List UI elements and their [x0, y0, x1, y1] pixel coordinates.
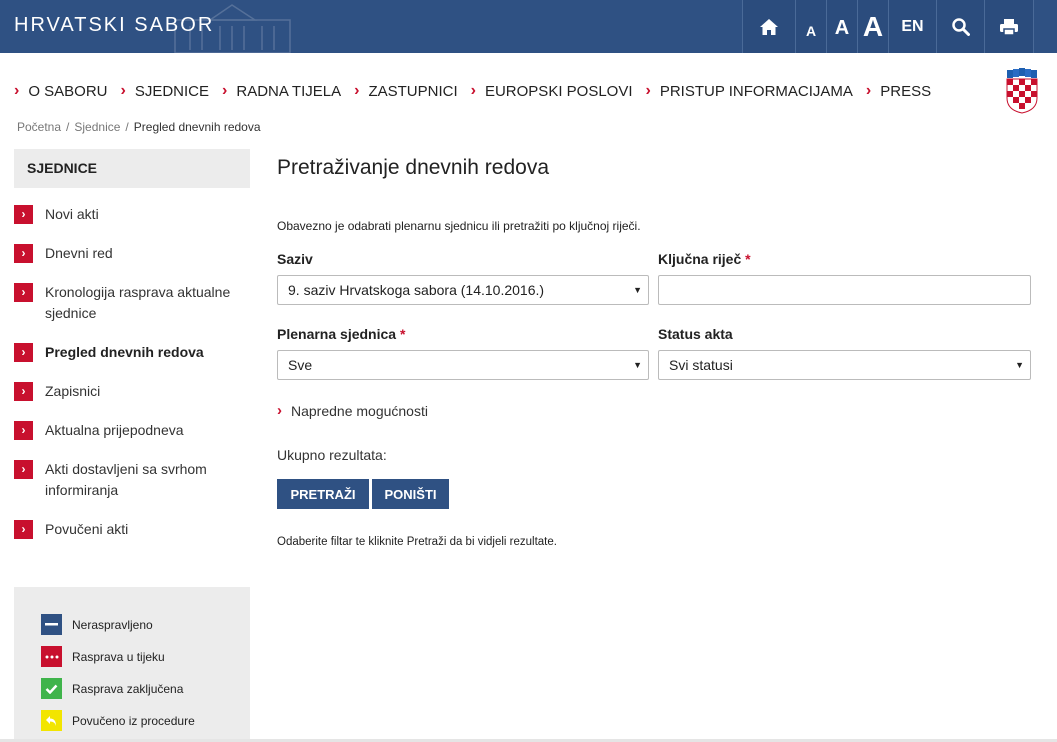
- legend-item: Povučeno iz procedure: [41, 710, 250, 731]
- sidebar-item-zapisnici[interactable]: › Zapisnici: [14, 381, 250, 402]
- search-button[interactable]: [936, 0, 984, 53]
- home-icon: [760, 18, 778, 35]
- keyword-label: Ključna riječ *: [658, 251, 751, 267]
- nav-item-sjednice[interactable]: › SJEDNICE: [121, 82, 210, 100]
- chevron-right-icon: ›: [14, 343, 33, 362]
- advanced-options-toggle[interactable]: › Napredne mogućnosti: [277, 402, 428, 419]
- breadcrumb-separator: /: [125, 120, 129, 134]
- sidebar-item-pregled-dnevnih-redova[interactable]: › Pregled dnevnih redova: [14, 342, 250, 363]
- search-submit-button[interactable]: PRETRAŽI: [277, 479, 369, 509]
- keyword-input[interactable]: [658, 275, 1031, 305]
- print-icon: [1000, 18, 1018, 36]
- sidebar-item-akti-dostavljeni[interactable]: › Akti dostavljeni sa svrhom informiranja: [14, 459, 250, 501]
- breadcrumb-current: Pregled dnevnih redova: [133, 120, 261, 134]
- nav-item-pristup-informacijama[interactable]: › PRISTUP INFORMACIJAMA: [646, 82, 853, 100]
- breadcrumb-separator: /: [66, 120, 70, 134]
- chevron-right-icon: ›: [120, 82, 126, 99]
- sidebar-item-dnevni-red[interactable]: › Dnevni red: [14, 243, 250, 264]
- nav-item-zastupnici[interactable]: › ZASTUPNICI: [354, 82, 458, 100]
- legend-item: Neraspravljeno: [41, 614, 250, 635]
- page-title: Pretraživanje dnevnih redova: [277, 156, 549, 179]
- chevron-right-icon: ›: [277, 402, 282, 419]
- dropdown-caret-icon: ▼: [1015, 360, 1024, 370]
- font-size-small-button[interactable]: A: [795, 0, 826, 53]
- dots-icon: [41, 646, 62, 667]
- chevron-right-icon: ›: [14, 205, 33, 224]
- chevron-right-icon: ›: [470, 82, 476, 99]
- required-asterisk: *: [399, 326, 406, 342]
- plenarna-label: Plenarna sjednica *: [277, 326, 406, 342]
- saziv-label: Saziv: [277, 251, 313, 267]
- nav-item-press[interactable]: › PRESS: [866, 82, 931, 100]
- home-button[interactable]: [742, 0, 795, 53]
- minus-icon: [41, 614, 62, 635]
- search-icon: [951, 17, 970, 36]
- status-select[interactable]: Svi statusi ▼: [658, 350, 1031, 380]
- sidebar-title: SJEDNICE: [14, 149, 250, 188]
- legend-item: Rasprava zaključena: [41, 678, 250, 699]
- nav-item-europski-poslovi[interactable]: › EUROPSKI POSLOVI: [471, 82, 633, 100]
- chevron-right-icon: ›: [14, 520, 33, 539]
- dropdown-caret-icon: ▼: [633, 360, 642, 370]
- chevron-right-icon: ›: [14, 283, 33, 302]
- croatian-coat-of-arms-icon[interactable]: [1005, 68, 1039, 114]
- breadcrumb: Početna / Sjednice / Pregled dnevnih red…: [17, 120, 261, 134]
- chevron-right-icon: ›: [645, 82, 651, 99]
- plenarna-select[interactable]: Sve ▼: [277, 350, 649, 380]
- chevron-right-icon: ›: [14, 244, 33, 263]
- chevron-right-icon: ›: [14, 382, 33, 401]
- breadcrumb-home-link[interactable]: Početna: [17, 120, 61, 134]
- total-results: Ukupno rezultata:: [277, 447, 387, 463]
- font-size-large-button[interactable]: A: [857, 0, 888, 53]
- legend-item: Rasprava u tijeku: [41, 646, 250, 667]
- chevron-right-icon: ›: [14, 421, 33, 440]
- breadcrumb-section-link[interactable]: Sjednice: [74, 120, 120, 134]
- nav-item-radna-tijela[interactable]: › RADNA TIJELA: [222, 82, 341, 100]
- check-icon: [41, 678, 62, 699]
- language-en-button[interactable]: EN: [888, 0, 936, 53]
- undo-arrow-icon: [41, 710, 62, 731]
- nav-item-o-saboru[interactable]: › O SABORU: [14, 82, 108, 100]
- reset-button[interactable]: PONIŠTI: [372, 479, 449, 509]
- required-asterisk: *: [745, 251, 751, 267]
- dropdown-caret-icon: ▼: [633, 285, 642, 295]
- chevron-right-icon: ›: [14, 82, 20, 99]
- sidebar-item-povuceni-akti[interactable]: › Povučeni akti: [14, 519, 250, 540]
- status-label: Status akta: [658, 326, 733, 342]
- chevron-right-icon: ›: [222, 82, 228, 99]
- header-tools: A A A EN: [742, 0, 1034, 53]
- site-header: HRVATSKI SABOR A A A EN: [0, 0, 1057, 53]
- sidebar-menu: › Novi akti › Dnevni red › Kronologija rasp…: [14, 204, 250, 558]
- status-legend: Neraspravljeno Rasprava u tijeku Rasprav…: [14, 587, 250, 742]
- chevron-right-icon: ›: [865, 82, 872, 99]
- results-hint: Odaberite filtar te kliknite Pretraži da…: [277, 536, 557, 548]
- sidebar-item-kronologija[interactable]: › Kronologija rasprava aktualne sjednice: [14, 282, 250, 324]
- saziv-select[interactable]: 9. saziv Hrvatskoga sabora (14.10.2016.)…: [277, 275, 649, 305]
- required-note: Obavezno je odabrati plenarnu sjednicu i…: [277, 219, 641, 233]
- site-logo[interactable]: HRVATSKI SABOR: [14, 14, 214, 37]
- main-navigation: › O SABORU › SJEDNICE › RADNA TIJELA › ZASTU…: [14, 82, 944, 100]
- chevron-right-icon: ›: [14, 460, 33, 479]
- sidebar-item-aktualna-prijepodneva[interactable]: › Aktualna prijepodneva: [14, 420, 250, 441]
- print-button[interactable]: [984, 0, 1034, 53]
- chevron-right-icon: ›: [354, 82, 360, 99]
- sidebar-item-novi-akti[interactable]: › Novi akti: [14, 204, 250, 225]
- font-size-medium-button[interactable]: A: [826, 0, 857, 53]
